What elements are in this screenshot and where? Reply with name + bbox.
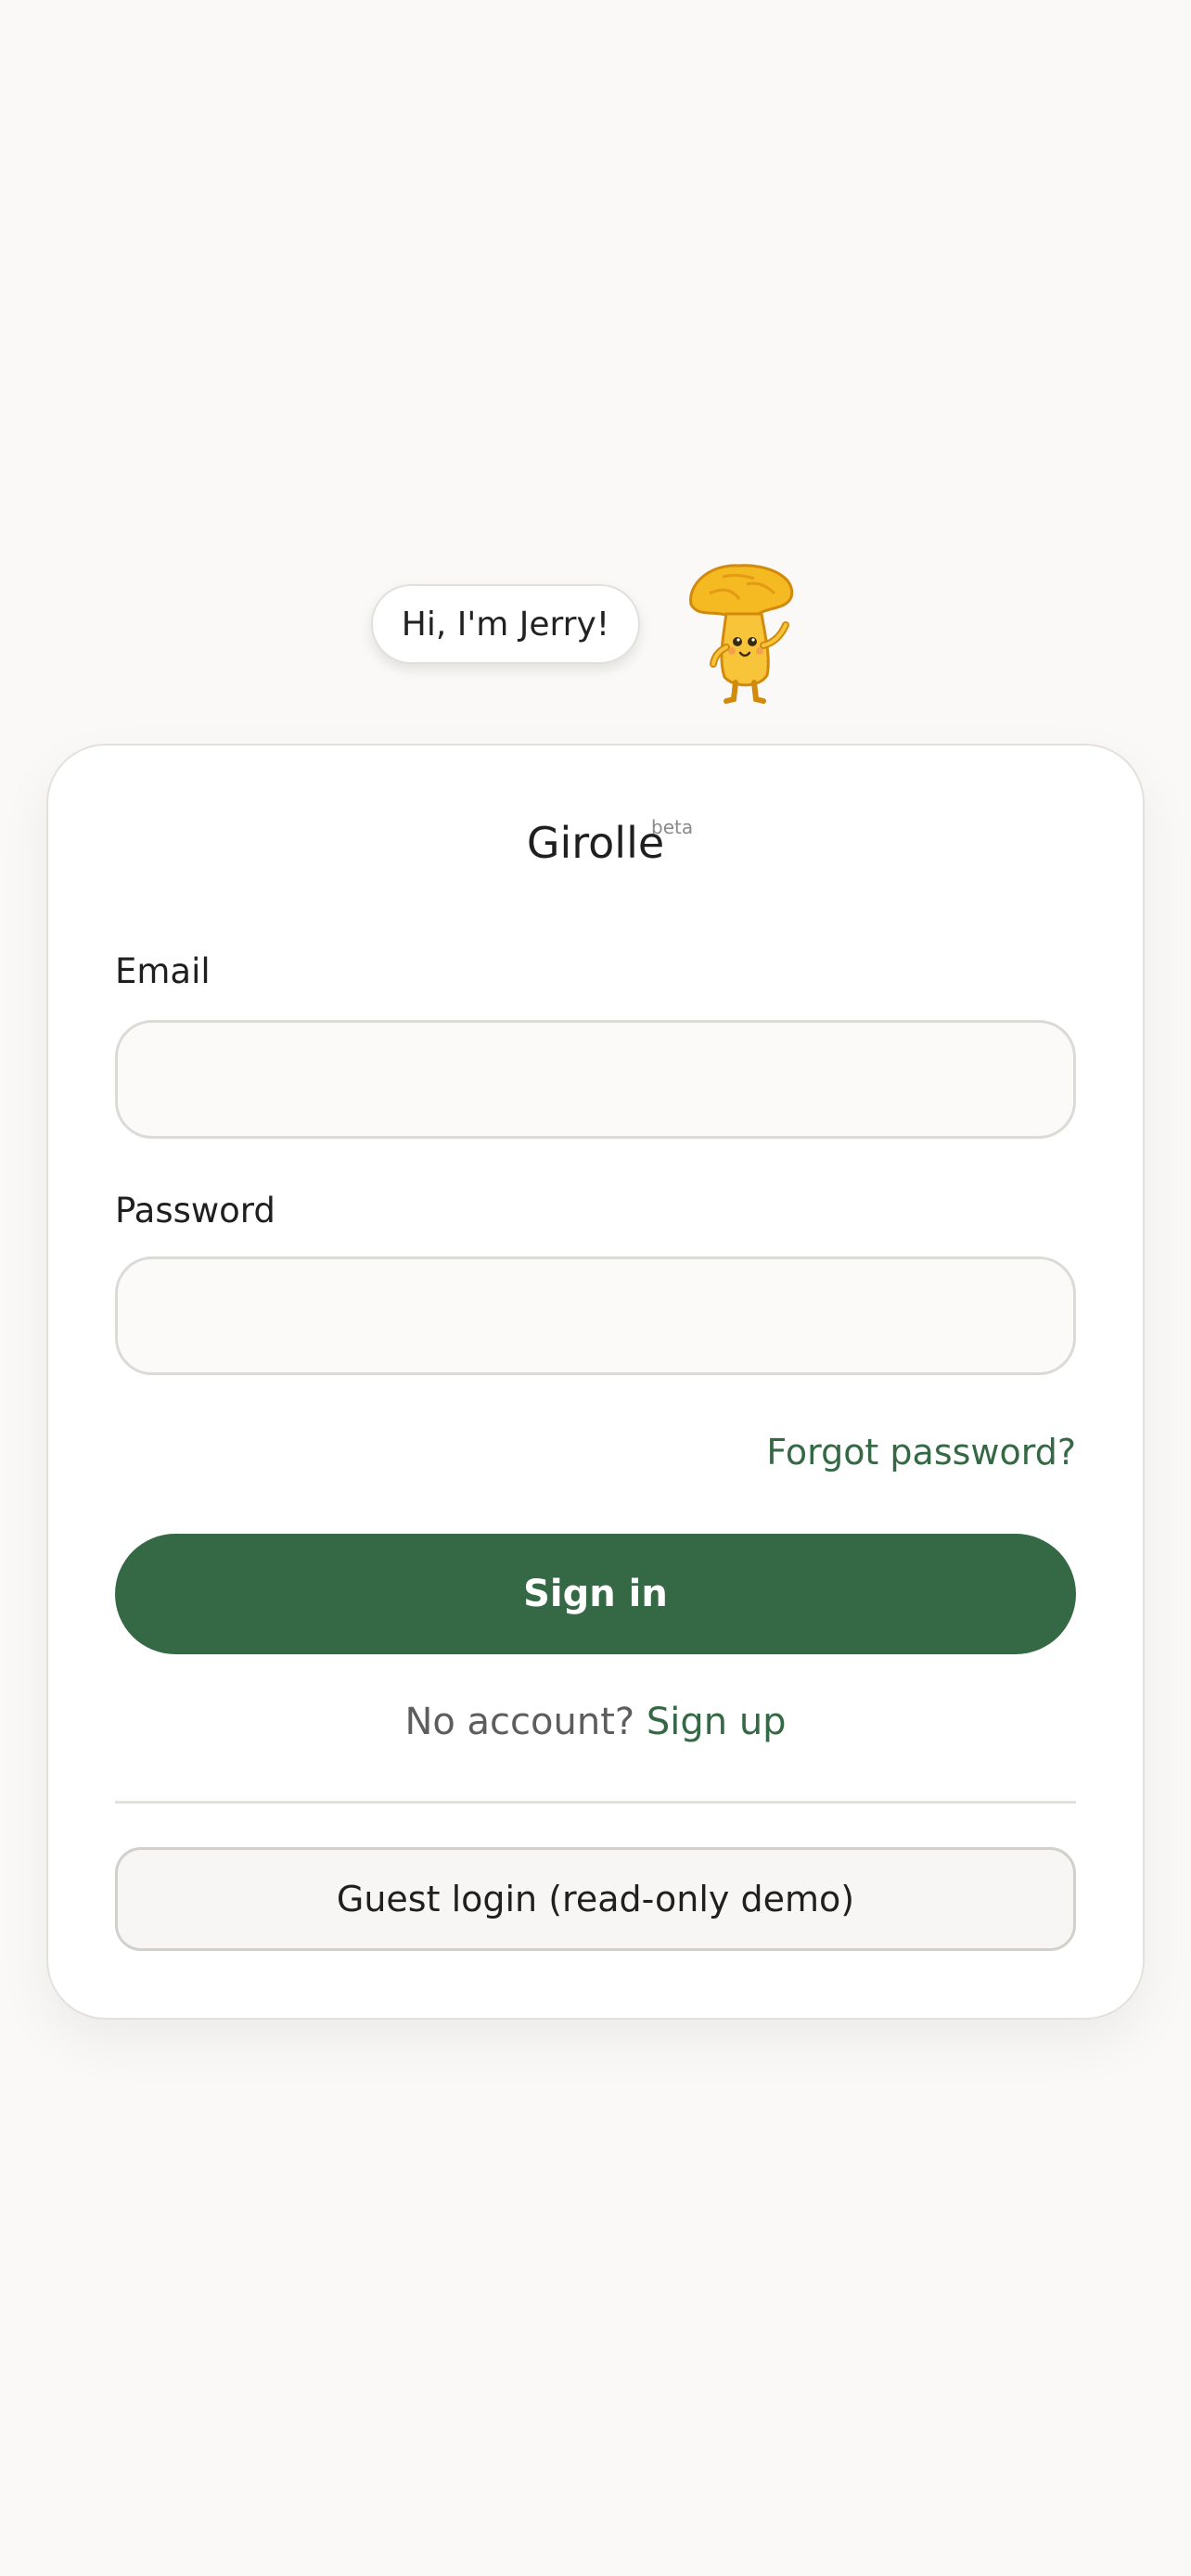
password-label: Password — [115, 1191, 275, 1231]
signup-prompt: No account? Sign up — [48, 1701, 1143, 1743]
app-title: Girolle — [526, 818, 665, 868]
brand-header: Girolle beta — [48, 812, 1143, 886]
no-account-text: No account? — [404, 1701, 647, 1743]
email-field[interactable] — [115, 1020, 1076, 1139]
forgot-password-link[interactable]: Forgot password? — [766, 1432, 1076, 1473]
chanterelle-mushroom-mascot-icon — [682, 556, 802, 705]
mascot-speech-bubble: Hi, I'm Jerry! — [371, 584, 640, 664]
login-screen: Hi, I'm Jerry! Girolle beta Email Passwo… — [0, 0, 1191, 2576]
divider — [115, 1801, 1076, 1804]
guest-login-button[interactable]: Guest login (read-only demo) — [115, 1847, 1076, 1951]
sign-in-button[interactable]: Sign in — [115, 1534, 1076, 1654]
sign-up-link[interactable]: Sign up — [647, 1701, 787, 1743]
login-card: Girolle beta Email Password Forgot passw… — [46, 744, 1145, 2020]
password-field[interactable] — [115, 1256, 1076, 1375]
mascot-greeting: Hi, I'm Jerry! — [401, 605, 610, 644]
email-label: Email — [115, 951, 211, 991]
beta-badge: beta — [651, 816, 694, 838]
